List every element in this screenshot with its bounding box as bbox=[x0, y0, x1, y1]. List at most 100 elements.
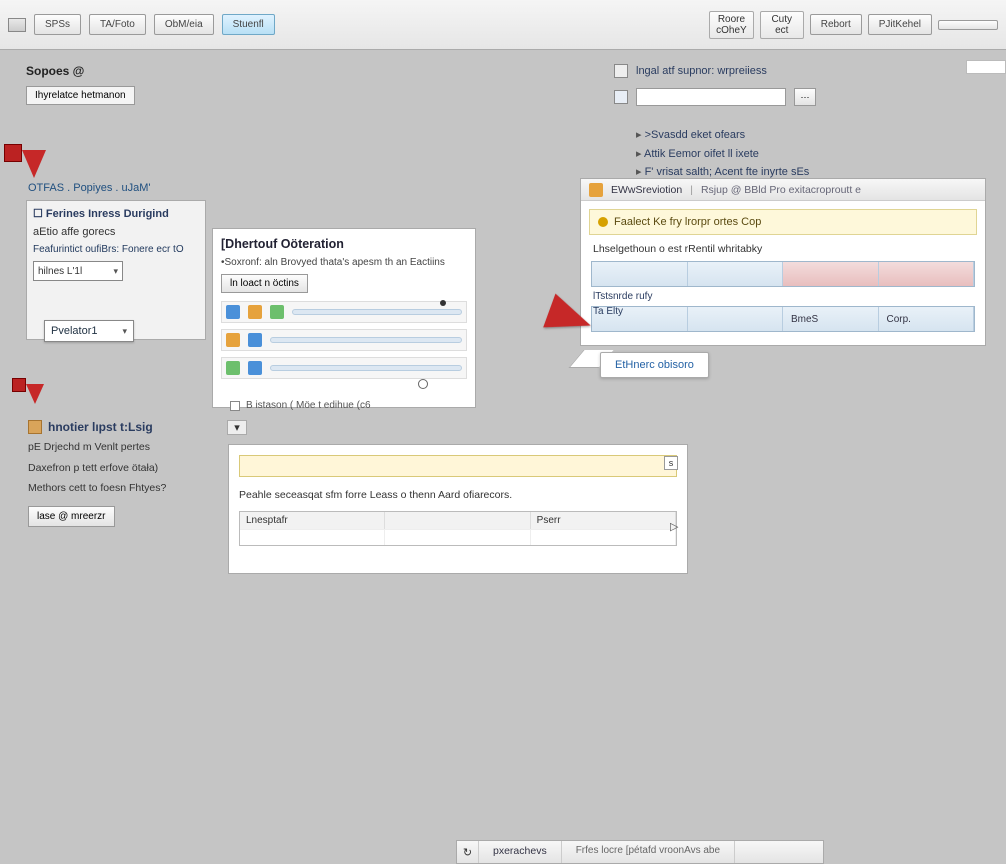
right-panel-notice-text: Faalect Ke fry lrorpr ortes Cop bbox=[614, 216, 761, 228]
mid-row-3[interactable] bbox=[221, 357, 467, 379]
toolbar-group-2-l2: ect bbox=[775, 25, 788, 36]
block-icon bbox=[248, 333, 262, 347]
right-panel-sub: Lhselgethoun o est rRentil whritabky bbox=[593, 243, 973, 255]
left-panel-2: hnotier lıpst t:Lsig pE Drjechd m Venlt … bbox=[28, 420, 226, 527]
panel1-combo-value: hilnes L'1l bbox=[38, 266, 82, 277]
bottom-tabs: ↻ pxerachevs Frfes locre [pétafd vroonAv… bbox=[456, 840, 824, 864]
checkbox-icon[interactable] bbox=[230, 401, 240, 411]
grid-cell[interactable] bbox=[688, 262, 784, 286]
mid-panel: [Dhertouf Oöteration •Soxronf: aln Brovy… bbox=[212, 228, 476, 408]
bottom-desc: Peahle seceasqat sfm forre Leass o thenn… bbox=[239, 489, 677, 501]
toolbar-btn-3[interactable]: ObM/eia bbox=[154, 14, 214, 35]
radio-icon[interactable] bbox=[418, 379, 428, 389]
callout-label: EtHnerc obisoro bbox=[600, 352, 709, 378]
grid-cell[interactable] bbox=[879, 262, 975, 286]
right-panel-extra: Rsjup @ BBld Pro exitacroproutt e bbox=[701, 184, 861, 196]
panel2-button[interactable]: lase @ mreerzr bbox=[28, 506, 115, 527]
panel1-title-text: Ferines Inress Durigind bbox=[46, 208, 169, 220]
right-panel: EWwSreviotion | Rsjup @ BBld Pro exitacr… bbox=[580, 178, 986, 346]
toolbar-rbtn-1[interactable]: Rebort bbox=[810, 14, 862, 35]
right-search-input[interactable] bbox=[636, 88, 786, 106]
panel1-sub: aEtio affe gorecs bbox=[33, 226, 199, 238]
tab-extra[interactable]: Frfes locre [pétafd vroonAvs abe bbox=[562, 841, 735, 863]
panel2-title: hnotier lıpst t:Lsig bbox=[48, 420, 153, 434]
mid-footer-text: B istason ( Möe t edihue (c6 bbox=[246, 400, 371, 411]
right-list-item[interactable]: >Svasdd eket ofears bbox=[636, 126, 809, 145]
th-2[interactable] bbox=[385, 512, 530, 529]
block-icon bbox=[226, 305, 240, 319]
top-toolbar: SPSs TA/Foto ObM/eia Stuenfl Roore cOheY… bbox=[0, 0, 1006, 50]
bottom-panel: Peahle seceasqat sfm forre Leass o thenn… bbox=[228, 444, 688, 574]
sources-sub-button[interactable]: Ihyrelatce hetmanon bbox=[26, 86, 135, 105]
app-icon bbox=[8, 18, 26, 32]
td[interactable] bbox=[385, 529, 530, 545]
block-icon bbox=[270, 305, 284, 319]
toolbar-rbtn-2[interactable]: PJitKehel bbox=[868, 14, 932, 35]
grid-cell[interactable] bbox=[783, 262, 879, 286]
chevron-down-icon: ▾ bbox=[113, 266, 118, 277]
right-panel-title: EWwSreviotion bbox=[611, 184, 682, 196]
right-hdr-icon[interactable] bbox=[614, 64, 628, 78]
warning-icon bbox=[598, 217, 608, 227]
panel-icon bbox=[589, 183, 603, 197]
right-panel-toolbar: EWwSreviotion | Rsjup @ BBld Pro exitacr… bbox=[581, 179, 985, 201]
toolbar-btn-1[interactable]: SPSs bbox=[34, 14, 81, 35]
th-1[interactable]: Lnesptafr bbox=[240, 512, 385, 529]
right-scroll-stub bbox=[966, 60, 1006, 74]
right-hdr-text: lngal atf supnor: wrpreiiess bbox=[636, 65, 767, 77]
step-marker-2 bbox=[12, 378, 26, 392]
panel1-float-combo[interactable]: Pvelator1 ▾ bbox=[44, 320, 134, 342]
block-icon bbox=[248, 361, 262, 375]
toolbar-rbtn-3[interactable] bbox=[938, 20, 998, 30]
bottom-field[interactable] bbox=[239, 455, 677, 477]
right-search-icon[interactable] bbox=[614, 90, 628, 104]
dot-icon bbox=[440, 300, 446, 306]
panel1-title: ☐ Ferines Inress Durigind bbox=[33, 207, 199, 220]
toolbar-group-2-l1: Cuty bbox=[771, 14, 792, 25]
panel2-line-1: pE Drjechd m Venlt pertes bbox=[28, 440, 226, 455]
block-icon bbox=[226, 333, 240, 347]
toolbar-btn-4[interactable]: Stuenfl bbox=[222, 14, 275, 35]
panel2-line-2: Daxefron p tett erfove ötała) bbox=[28, 461, 226, 476]
right-list: >Svasdd eket ofears Attik Eemor oifet ll… bbox=[636, 126, 809, 182]
grid-row-label-b: Ta Elty bbox=[593, 306, 985, 317]
tab-close-button[interactable]: ▾ bbox=[227, 420, 247, 435]
mid-title: [Dhertouf Oöteration bbox=[221, 237, 467, 251]
toolbar-group-1[interactable]: Roore cOheY bbox=[709, 11, 754, 39]
toolbar-group-2[interactable]: Cuty ect bbox=[760, 11, 804, 39]
panel2-line-3: Methors cett to foesn Fhtyes? bbox=[28, 481, 226, 496]
td[interactable] bbox=[240, 529, 385, 545]
tab-refresh-icon[interactable]: ↻ bbox=[457, 841, 479, 863]
right-list-item[interactable]: Attik Eemor oifet ll ixete bbox=[636, 145, 809, 164]
panel2-icon bbox=[28, 420, 42, 434]
mid-footer: B istason ( Möe t edihue (c6 bbox=[230, 400, 371, 411]
bottom-side-toggle[interactable]: s bbox=[664, 456, 678, 470]
block-icon bbox=[226, 361, 240, 375]
td[interactable] bbox=[531, 529, 676, 545]
step-marker-1 bbox=[4, 144, 22, 162]
arrow-down-icon-2 bbox=[26, 384, 44, 404]
right-search-go[interactable]: ⋯ bbox=[794, 88, 816, 106]
mid-row-2[interactable] bbox=[221, 329, 467, 351]
mid-bar bbox=[292, 309, 462, 315]
mid-row-1[interactable] bbox=[221, 301, 467, 323]
panel1-line2: Feafurintict oufiBrs: Fonere ecr tO bbox=[33, 244, 199, 255]
block-icon bbox=[248, 305, 262, 319]
toolbar-btn-2[interactable]: TA/Foto bbox=[89, 14, 146, 35]
bottom-table: Lnesptafr Pserr bbox=[239, 511, 677, 546]
grid-cell[interactable] bbox=[592, 262, 688, 286]
arrow-down-icon-1 bbox=[22, 150, 46, 178]
grid-row-label-a: lTstsnrde rufy bbox=[593, 291, 985, 302]
breadcrumb[interactable]: OTFAS . Popiyes . uJaM' bbox=[28, 182, 151, 194]
right-grid bbox=[591, 261, 975, 287]
mid-button[interactable]: ln loact n öctins bbox=[221, 274, 308, 293]
chevron-down-icon: ▾ bbox=[122, 326, 127, 337]
left-panel-1: ☐ Ferines Inress Durigind aEtio affe gor… bbox=[26, 200, 206, 340]
th-3[interactable]: Pserr bbox=[531, 512, 676, 529]
panel1-combo[interactable]: hilnes L'1l ▾ bbox=[33, 261, 123, 281]
bottom-side-arrow[interactable]: ▷ bbox=[670, 520, 678, 533]
tab-active[interactable]: pxerachevs bbox=[479, 841, 562, 863]
toolbar-group-1-l2: cOheY bbox=[716, 25, 747, 36]
right-panel-notice: Faalect Ke fry lrorpr ortes Cop bbox=[589, 209, 977, 235]
toolbar-group-1-l1: Roore bbox=[718, 14, 745, 25]
